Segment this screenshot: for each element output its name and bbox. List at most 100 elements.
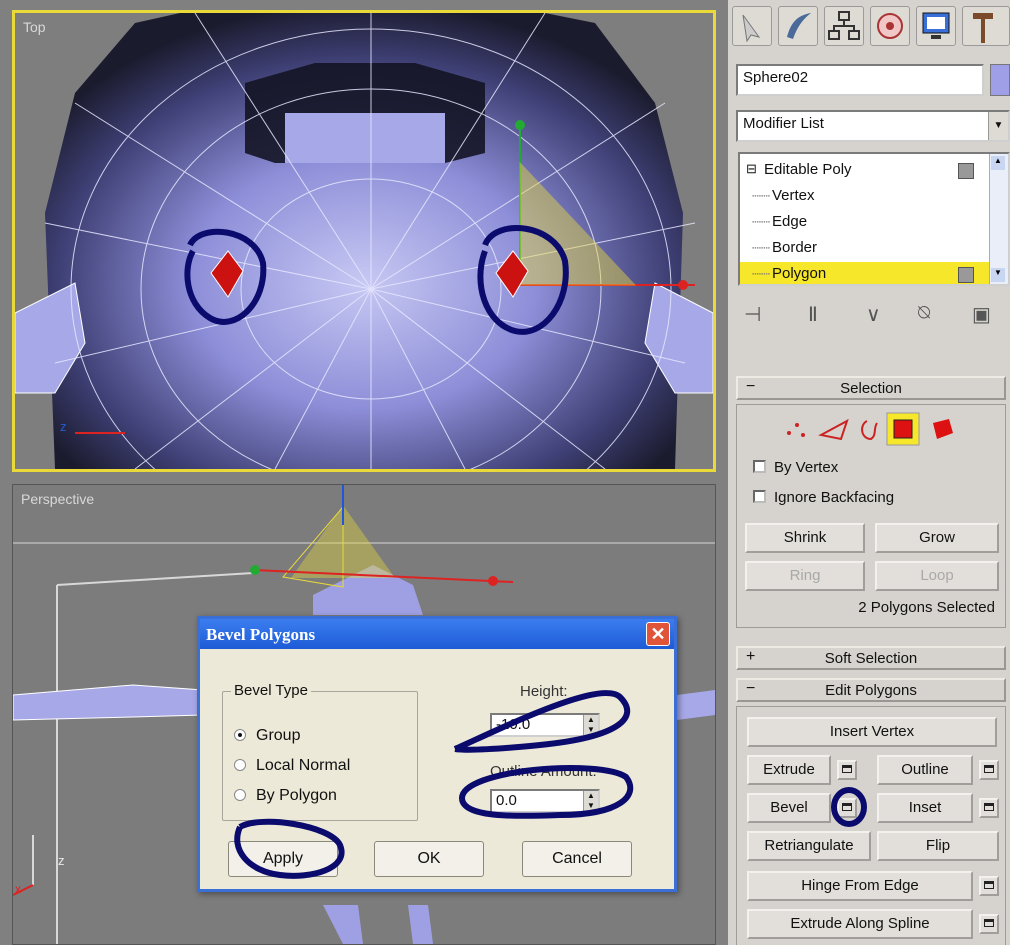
modifier-list-dropdown[interactable]: Modifier List ▼ <box>736 110 1010 142</box>
rollout-title: Soft Selection <box>824 650 918 667</box>
soft-selection-rollout-header[interactable]: + Soft Selection <box>736 646 1006 670</box>
dialog-title-bar[interactable]: Bevel Polygons ✕ <box>200 619 674 649</box>
rollout-title: Edit Polygons <box>825 682 917 699</box>
stack-item[interactable]: ┈┈ Border <box>740 236 990 262</box>
stack-root-label: Editable Poly <box>764 161 852 178</box>
dialog-title: Bevel Polygons <box>206 625 316 644</box>
bevel-type-label: Bevel Type <box>231 682 311 699</box>
checkbox-label: Ignore Backfacing <box>774 489 895 506</box>
collapse-icon[interactable]: ⊟ <box>746 161 757 177</box>
hinge-from-edge-button[interactable]: Hinge From Edge <box>747 871 973 901</box>
extrude-along-spline-settings-icon[interactable] <box>979 914 999 934</box>
stack-item[interactable]: ┈┈ Edge <box>740 210 990 236</box>
ok-button[interactable]: OK <box>374 841 484 877</box>
stack-scrollbar[interactable]: ▲ ▼ <box>989 154 1008 284</box>
stack-item-label: Vertex <box>772 187 815 204</box>
close-icon[interactable]: ✕ <box>646 622 670 646</box>
flip-button[interactable]: Flip <box>877 831 999 861</box>
ignore-backfacing-checkbox[interactable]: Ignore Backfacing <box>753 489 894 506</box>
stack-item-label: Border <box>772 239 818 256</box>
height-value: -10.0 <box>496 716 531 733</box>
scroll-up-icon[interactable]: ▲ <box>991 156 1005 170</box>
extrude-settings-icon[interactable] <box>837 760 857 780</box>
pin-stack-icon[interactable]: ⊣ <box>744 302 761 327</box>
edit-polygons-rollout: Insert Vertex Extrude Outline Bevel Inse… <box>736 706 1006 945</box>
command-panel-tabs <box>728 0 1010 52</box>
configure-modifier-sets-icon[interactable]: ▣ <box>972 302 991 327</box>
radio-label: By Polygon <box>256 787 337 804</box>
cancel-button[interactable]: Cancel <box>522 841 632 877</box>
spinner-arrows-icon[interactable]: ▲ ▼ <box>583 791 598 811</box>
scroll-down-icon[interactable]: ▼ <box>991 268 1005 282</box>
stack-item-label: Polygon <box>772 265 827 282</box>
outline-amount-label: Outline Amount: <box>490 763 597 780</box>
bevel-button[interactable]: Bevel <box>747 793 831 823</box>
outline-amount-spinner[interactable]: 0.0 ▲ ▼ <box>490 789 600 813</box>
top-viewport-label: Top <box>23 19 46 35</box>
spinner-arrows-icon[interactable]: ▲ ▼ <box>583 715 598 735</box>
display-tab-icon[interactable] <box>916 6 956 46</box>
rollout-title: Selection <box>840 380 902 397</box>
extrude-button[interactable]: Extrude <box>747 755 831 785</box>
insert-vertex-button[interactable]: Insert Vertex <box>747 717 997 747</box>
shrink-button[interactable]: Shrink <box>745 523 865 553</box>
stack-item[interactable]: ┈┈ Vertex <box>740 184 990 210</box>
inset-button[interactable]: Inset <box>877 793 973 823</box>
outline-settings-icon[interactable] <box>979 760 999 780</box>
annotation-circle <box>831 787 867 827</box>
vertex-mode-icon <box>787 423 805 437</box>
motion-tab-icon[interactable] <box>870 6 910 46</box>
svg-text:z: z <box>60 419 67 434</box>
hinge-settings-icon[interactable] <box>979 876 999 896</box>
chevron-down-icon[interactable]: ▼ <box>988 112 1008 140</box>
create-tab-icon[interactable] <box>732 6 772 46</box>
bevel-polygons-dialog: Bevel Polygons ✕ Bevel Type Group Local … <box>197 616 677 892</box>
modifier-toggle-icon[interactable] <box>958 163 974 179</box>
height-spinner[interactable]: -10.0 ▲ ▼ <box>490 713 600 737</box>
outline-button[interactable]: Outline <box>877 755 973 785</box>
modifier-toggle-icon[interactable] <box>958 267 974 283</box>
selection-rollout: By Vertex Ignore Backfacing Shrink Grow … <box>736 404 1006 628</box>
hierarchy-tab-icon[interactable] <box>824 6 864 46</box>
stack-item-selected[interactable]: ┈┈ Polygon <box>740 262 990 284</box>
apply-button[interactable]: Apply <box>228 841 338 877</box>
loop-button[interactable]: Loop <box>875 561 999 591</box>
height-label: Height: <box>520 683 568 700</box>
stack-item-label: Edge <box>772 213 808 230</box>
by-vertex-checkbox[interactable]: By Vertex <box>753 459 838 476</box>
grow-button[interactable]: Grow <box>875 523 999 553</box>
radio-label: Group <box>256 727 301 744</box>
object-color-swatch[interactable] <box>990 64 1010 96</box>
extrude-along-spline-button[interactable]: Extrude Along Spline <box>747 909 973 939</box>
command-panel: Sphere02 Modifier List ▼ ⊟ Editable Poly… <box>728 0 1010 945</box>
outline-value: 0.0 <box>496 792 517 809</box>
remove-modifier-icon[interactable]: ⍉ <box>918 302 930 325</box>
group-radio[interactable]: Group <box>234 727 300 745</box>
selection-status: 2 Polygons Selected <box>858 599 995 616</box>
modifier-list-label: Modifier List <box>743 115 824 132</box>
border-mode-icon <box>861 420 878 441</box>
radio-label: Local Normal <box>256 757 351 774</box>
selection-rollout-header[interactable]: − Selection <box>736 376 1006 400</box>
polygon-mode-icon <box>893 419 913 439</box>
stack-tools: ⊣ Ⅱ ∨ ⍉ ▣ <box>728 296 1010 332</box>
make-unique-icon[interactable]: ∨ <box>866 302 881 327</box>
top-viewport[interactable]: z Top <box>12 10 716 472</box>
object-name-field[interactable]: Sphere02 <box>736 64 984 96</box>
subobject-icons <box>787 412 953 446</box>
modifier-stack[interactable]: ⊟ Editable Poly ┈┈ Vertex ┈┈ Edge ┈┈ Bor… <box>738 152 1010 286</box>
svg-text:z: z <box>58 853 65 868</box>
show-end-result-icon[interactable]: Ⅱ <box>808 302 818 327</box>
svg-text:x: x <box>15 882 21 896</box>
inset-settings-icon[interactable] <box>979 798 999 818</box>
stack-root[interactable]: ⊟ Editable Poly <box>740 158 990 184</box>
by-polygon-radio[interactable]: By Polygon <box>234 787 337 805</box>
utilities-tab-icon[interactable] <box>962 6 1010 46</box>
edit-polygons-rollout-header[interactable]: − Edit Polygons <box>736 678 1006 702</box>
local-normal-radio[interactable]: Local Normal <box>234 757 350 775</box>
ring-button[interactable]: Ring <box>745 561 865 591</box>
top-viewport-scene: z <box>15 13 713 469</box>
retriangulate-button[interactable]: Retriangulate <box>747 831 871 861</box>
element-mode-icon <box>933 419 953 439</box>
modify-tab-icon[interactable] <box>778 6 818 46</box>
